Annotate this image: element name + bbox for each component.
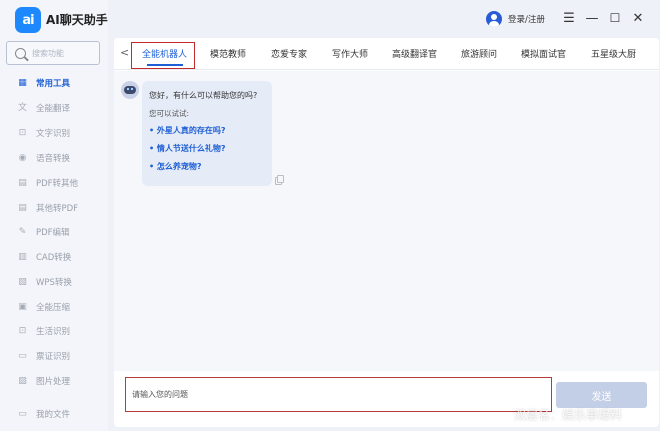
folder-icon: ▭ (18, 408, 27, 419)
grid-icon: ▦ (18, 77, 27, 88)
sidebar-item-label: 图片处理 (36, 377, 71, 387)
top-bar: 登录/注册 ☰ — ☐ ✕ (114, 0, 660, 38)
sidebar-item-my-files[interactable]: ▭ 我的文件 (0, 405, 108, 423)
tab-love-expert[interactable]: 恋爱专家 (271, 47, 307, 60)
tab-five-star-chef[interactable]: 五星级大厨 (591, 47, 636, 60)
suggestion-item[interactable]: • 情人节送什么礼物? (149, 143, 226, 154)
chat-area: 您好，有什么可以帮助您的吗? 您可以试试: • 外星人真的存在吗? • 情人节送… (114, 71, 659, 371)
sidebar-item-life-recognition[interactable]: ⊡ 生活识别 (0, 322, 108, 340)
pdf-convert-icon: ▤ (18, 177, 27, 188)
app-title: AI聊天助手 (46, 13, 108, 27)
sidebar-item-cad-convert[interactable]: ▥ CAD转换 (0, 248, 108, 266)
sidebar-item-label: WPS转换 (36, 278, 72, 288)
sidebar-item-label: PDF转其他 (36, 179, 79, 189)
main-panel: < 全能机器人 模范教师 恋爱专家 写作大师 高级翻译官 旅游顾问 模拟面试官 … (114, 38, 659, 427)
try-prompt-label: 您可以试试: (149, 109, 190, 118)
tab-writing-master[interactable]: 写作大师 (332, 47, 368, 60)
login-button[interactable]: 登录/注册 (486, 11, 545, 27)
bot-message-bubble: 您好，有什么可以帮助您的吗? 您可以试试: • 外星人真的存在吗? • 情人节送… (142, 81, 272, 186)
send-button[interactable]: 发送 (556, 382, 647, 408)
suggestion-text: 外星人真的存在吗? (156, 126, 226, 135)
sidebar-item-label: 语音转换 (36, 154, 71, 164)
suggestion-item[interactable]: • 怎么养宠物? (149, 161, 202, 172)
sidebar-item-common-tools[interactable]: ▦ 常用工具 (0, 74, 108, 92)
wps-icon: ▧ (18, 276, 27, 287)
cad-icon: ▥ (18, 251, 27, 262)
search-icon (15, 47, 26, 59)
sidebar-item-wps-convert[interactable]: ▧ WPS转换 (0, 273, 108, 291)
sidebar: ai AI聊天助手 ▦ 常用工具 文 全能翻译 ⊡ 文字识别 ◉ 语音转换 ▤ … (0, 0, 108, 431)
tab-model-teacher[interactable]: 模范教师 (210, 47, 246, 60)
tab-travel-advisor[interactable]: 旅游顾问 (461, 47, 497, 60)
life-scan-icon: ⊡ (18, 325, 27, 336)
user-avatar-icon (486, 11, 502, 27)
translate-icon: 文 (18, 102, 28, 113)
close-icon[interactable]: ✕ (630, 10, 646, 26)
sidebar-item-label: PDF编辑 (36, 228, 70, 238)
tab-mock-interviewer[interactable]: 模拟面试官 (521, 47, 566, 60)
sidebar-item-text-recognition[interactable]: ⊡ 文字识别 (0, 124, 108, 142)
sidebar-item-image-processing[interactable]: ▨ 图片处理 (0, 372, 108, 390)
pdf-edit-icon: ✎ (18, 226, 27, 237)
audio-icon: ◉ (18, 152, 27, 163)
app-logo-icon: ai (15, 7, 41, 33)
sidebar-item-translate[interactable]: 文 全能翻译 (0, 99, 108, 117)
sidebar-item-label: 其他转PDF (36, 204, 79, 214)
search-input[interactable] (32, 48, 92, 58)
sidebar-item-pdf-edit[interactable]: ✎ PDF编辑 (0, 223, 108, 241)
sidebar-item-compress[interactable]: ▣ 全能压缩 (0, 298, 108, 316)
ticket-scan-icon: ▭ (18, 350, 27, 361)
sidebar-item-label: 常用工具 (36, 79, 71, 89)
sidebar-item-label: 票证识别 (36, 352, 71, 362)
bot-avatar-icon (121, 81, 139, 99)
sidebar-item-other-to-pdf[interactable]: ▤ 其他转PDF (0, 199, 108, 217)
bot-greeting: 您好，有什么可以帮助您的吗? (149, 91, 258, 100)
sidebar-item-voice-convert[interactable]: ◉ 语音转换 (0, 149, 108, 167)
search-box[interactable] (6, 41, 100, 65)
compress-icon: ▣ (18, 301, 27, 312)
minimize-icon[interactable]: — (584, 10, 600, 26)
copy-icon[interactable] (275, 175, 284, 185)
sidebar-item-label: 我的文件 (36, 410, 71, 420)
sidebar-item-label: 全能压缩 (36, 303, 71, 313)
tab-highlight-box (131, 42, 195, 69)
suggestion-text: 怎么养宠物? (156, 162, 202, 171)
image-icon: ▨ (18, 375, 27, 386)
sidebar-item-label: 文字识别 (36, 129, 71, 139)
sidebar-item-pdf-to-other[interactable]: ▤ PDF转其他 (0, 174, 108, 192)
suggestion-text: 情人节送什么礼物? (156, 144, 226, 153)
maximize-icon[interactable]: ☐ (607, 10, 623, 26)
to-pdf-icon: ▤ (18, 202, 27, 213)
assistant-tabs: < 全能机器人 模范教师 恋爱专家 写作大师 高级翻译官 旅游顾问 模拟面试官 … (114, 38, 659, 70)
sidebar-item-label: 全能翻译 (36, 104, 71, 114)
menu-icon[interactable]: ☰ (561, 10, 577, 26)
question-input[interactable] (132, 390, 532, 399)
sidebar-item-label: CAD转换 (36, 253, 72, 263)
chevron-left-icon[interactable]: < (120, 46, 129, 59)
sidebar-item-ticket-recognition[interactable]: ▭ 票证识别 (0, 347, 108, 365)
question-input-box[interactable] (125, 377, 552, 412)
suggestion-item[interactable]: • 外星人真的存在吗? (149, 125, 226, 136)
login-label: 登录/注册 (508, 15, 545, 25)
scan-text-icon: ⊡ (18, 127, 27, 138)
sidebar-item-label: 生活识别 (36, 327, 71, 337)
tab-senior-translator[interactable]: 高级翻译官 (392, 47, 437, 60)
watermark: 双层名：娱乐事爆料 (514, 408, 623, 422)
